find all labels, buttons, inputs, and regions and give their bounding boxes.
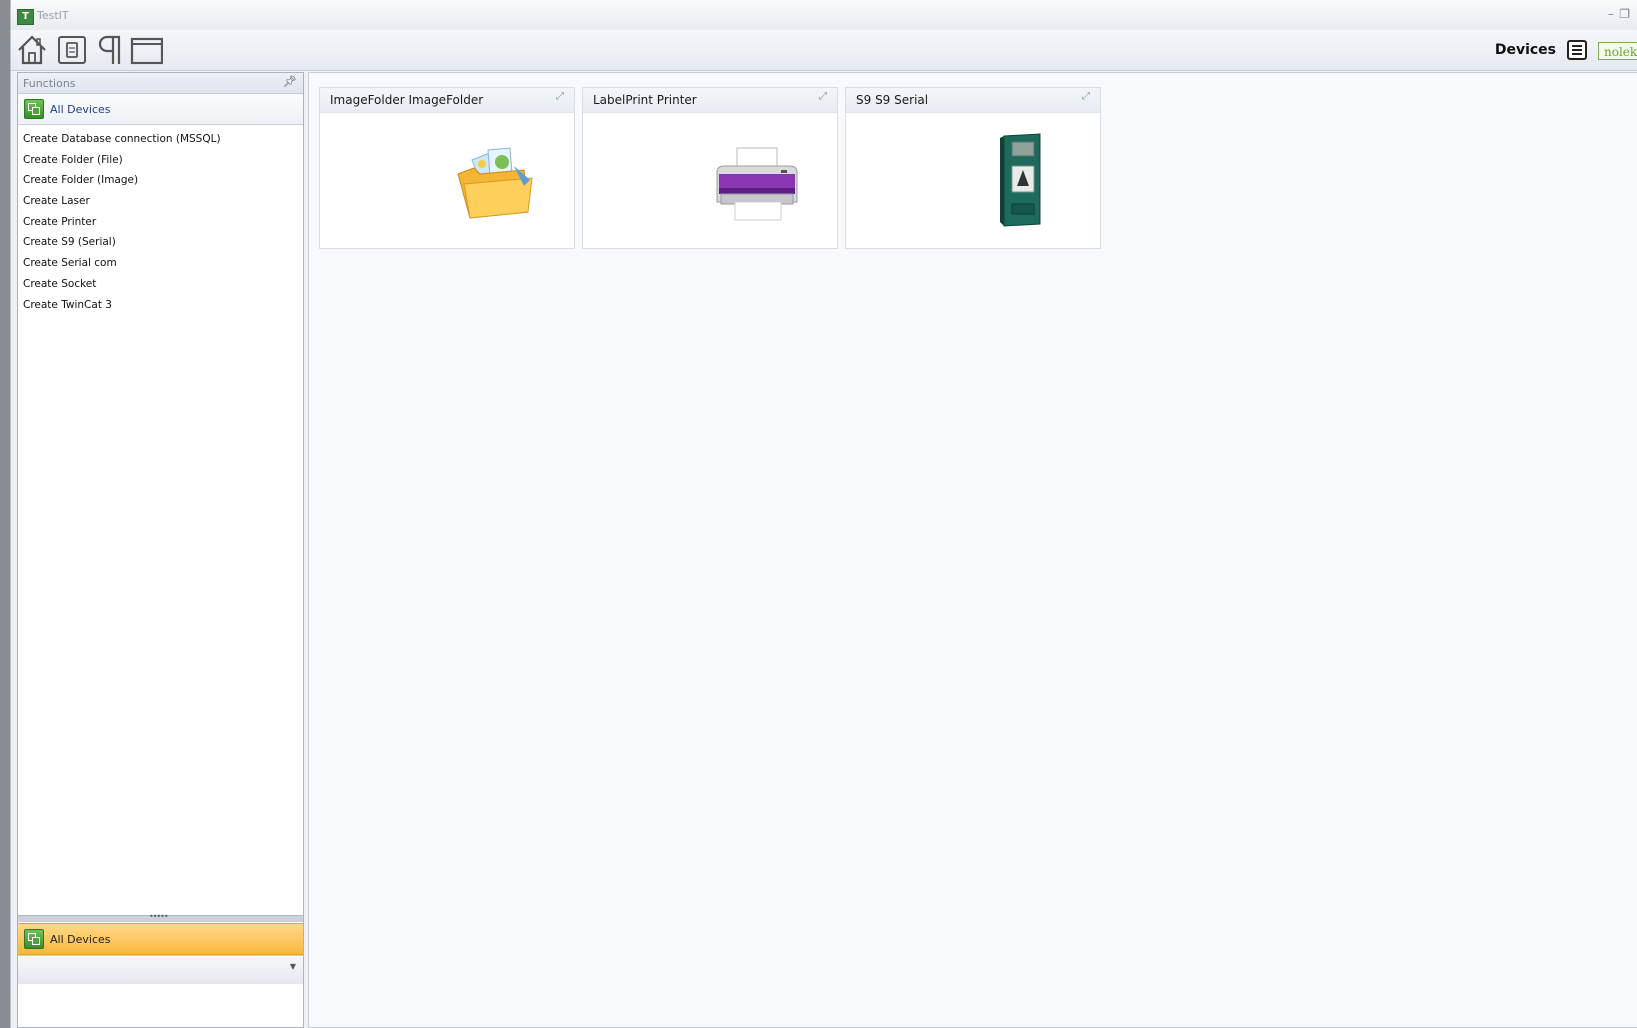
paragraph-button[interactable]: [93, 33, 127, 67]
navigation-overflow-bar[interactable]: ▼: [18, 955, 303, 984]
image-folder-icon: [457, 147, 533, 219]
tile-title: S9 S9 Serial: [856, 93, 929, 107]
expand-icon[interactable]: ⤢: [819, 91, 827, 102]
function-item-create-folder-file[interactable]: Create Folder (File): [18, 150, 303, 171]
serial-device-icon: [1000, 133, 1041, 227]
app-window: T TestIT – ❐ Devices nolek Functions 📌︎ …: [10, 0, 1637, 1028]
devices-area: ImageFolder ImageFolder ⤢ LabelPrint Pri…: [308, 72, 1637, 1028]
device-tile-labelprint[interactable]: LabelPrint Printer ⤢: [582, 87, 838, 249]
restore-button[interactable]: ❐: [1619, 7, 1630, 21]
devices-group-icon: [24, 99, 44, 119]
home-icon: [18, 35, 46, 65]
title-bar: T TestIT – ❐: [11, 0, 1637, 31]
panel-splitter[interactable]: •••••: [18, 912, 303, 922]
menu-button[interactable]: [1567, 40, 1587, 60]
function-item-create-serial-com[interactable]: Create Serial com: [18, 253, 303, 274]
paragraph-icon: [98, 35, 121, 64]
navigation-item-all-devices[interactable]: All Devices: [18, 923, 303, 955]
function-item-create-folder-image[interactable]: Create Folder (Image): [18, 170, 303, 191]
device-tile-s9-serial[interactable]: S9 S9 Serial ⤢: [845, 87, 1101, 249]
device-button[interactable]: [55, 33, 89, 67]
home-button[interactable]: [15, 33, 49, 67]
toolbar: Devices nolek: [11, 30, 1637, 71]
function-item-create-socket[interactable]: Create Socket: [18, 274, 303, 295]
brand-logo: nolek: [1598, 42, 1637, 60]
active-group-label: All Devices: [50, 933, 111, 946]
function-item-create-twincat[interactable]: Create TwinCat 3: [18, 295, 303, 316]
group-header-all-devices[interactable]: All Devices: [18, 94, 303, 125]
functions-list: Create Database connection (MSSQL) Creat…: [18, 125, 303, 315]
section-label: Devices: [1494, 42, 1556, 58]
group-label: All Devices: [50, 103, 111, 116]
window-button[interactable]: [129, 33, 164, 67]
function-item-create-laser[interactable]: Create Laser: [18, 191, 303, 212]
panel-header: Functions 📌︎: [18, 73, 303, 94]
devices-group-icon: [24, 929, 44, 949]
app-icon: T: [17, 9, 34, 25]
tile-title: LabelPrint Printer: [593, 93, 697, 107]
function-item-create-s9[interactable]: Create S9 (Serial): [18, 232, 303, 253]
window-icon: [130, 37, 164, 65]
minimize-button[interactable]: –: [1608, 7, 1614, 21]
tile-title: ImageFolder ImageFolder: [330, 93, 484, 107]
functions-panel: Functions 📌︎ All Devices Create Database…: [17, 72, 304, 1028]
window-title: TestIT: [37, 9, 69, 22]
panel-title: Functions: [23, 77, 76, 90]
printer-icon: [716, 147, 798, 221]
device-tile-imagefolder[interactable]: ImageFolder ImageFolder ⤢: [319, 87, 575, 249]
tile-header: ImageFolder ImageFolder ⤢: [320, 88, 574, 113]
tile-header: LabelPrint Printer ⤢: [583, 88, 837, 113]
pin-icon[interactable]: 📌︎: [283, 75, 297, 88]
expand-icon[interactable]: ⤢: [556, 91, 564, 102]
function-item-create-printer[interactable]: Create Printer: [18, 212, 303, 233]
chevron-down-icon[interactable]: ▼: [290, 962, 296, 971]
tile-header: S9 S9 Serial ⤢: [846, 88, 1100, 113]
device-icon: [58, 36, 86, 64]
function-item-create-mssql[interactable]: Create Database connection (MSSQL): [18, 129, 303, 150]
expand-icon[interactable]: ⤢: [1082, 91, 1090, 102]
